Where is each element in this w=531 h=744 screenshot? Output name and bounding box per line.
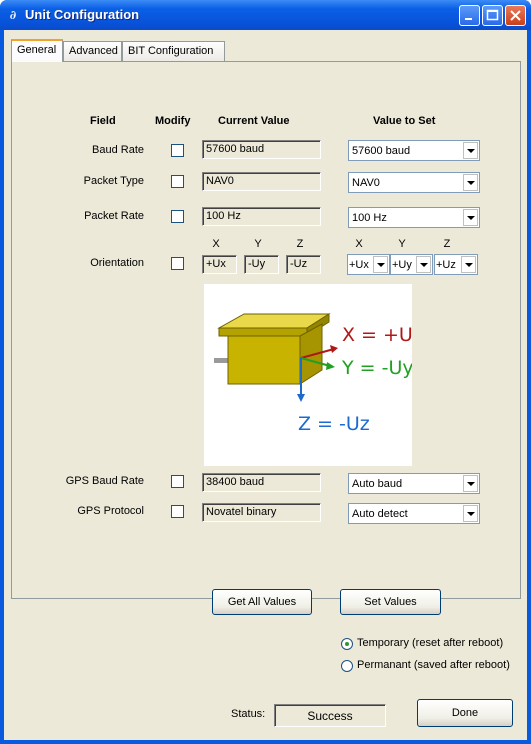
chevron-down-icon[interactable] bbox=[463, 475, 478, 492]
orientation-diagram: X = +Ux Y = -Uy Z = -Uz bbox=[204, 284, 424, 466]
chevron-down-icon[interactable] bbox=[416, 256, 431, 273]
maximize-button[interactable] bbox=[482, 5, 503, 26]
gps-protocol-select[interactable]: Auto detect bbox=[348, 503, 480, 524]
packet-type-select[interactable]: NAV0 bbox=[348, 172, 480, 193]
chevron-down-icon[interactable] bbox=[461, 256, 476, 273]
packet-type-label: Packet Type bbox=[83, 175, 144, 187]
tab-advanced[interactable]: Advanced bbox=[63, 41, 122, 61]
y-axis-arrow bbox=[326, 362, 335, 370]
baud-rate-label: Baud Rate bbox=[92, 144, 144, 156]
permanent-radio[interactable] bbox=[341, 660, 353, 672]
close-button[interactable] bbox=[505, 5, 526, 26]
orientation-set-x-value: +Ux bbox=[349, 259, 369, 271]
minimize-button[interactable] bbox=[459, 5, 480, 26]
orientation-set-y-value: +Uy bbox=[392, 259, 412, 271]
tab-general[interactable]: General bbox=[11, 39, 63, 62]
baud-rate-select[interactable]: 57600 baud bbox=[348, 140, 480, 161]
header-current-value: Current Value bbox=[218, 115, 290, 127]
chevron-down-icon[interactable] bbox=[463, 174, 478, 191]
gps-baud-rate-modify-checkbox[interactable] bbox=[171, 475, 184, 488]
orientation-current-x: +Ux bbox=[202, 255, 237, 274]
orientation-current-y: -Uy bbox=[244, 255, 279, 274]
unit-front bbox=[227, 335, 301, 385]
packet-rate-select[interactable]: 100 Hz bbox=[348, 207, 480, 228]
unit-lid-front bbox=[218, 327, 308, 337]
chevron-down-icon[interactable] bbox=[463, 142, 478, 159]
get-all-values-button[interactable]: Get All Values bbox=[212, 589, 312, 615]
set-axis-x: X bbox=[355, 238, 363, 250]
current-axis-x: X bbox=[212, 238, 220, 250]
unit-configuration-window: ∂ Unit Configuration General Advanced BI… bbox=[0, 0, 531, 744]
header-value-to-set: Value to Set bbox=[373, 115, 436, 127]
gps-protocol-modify-checkbox[interactable] bbox=[171, 505, 184, 518]
status-value: Success bbox=[274, 704, 386, 727]
orientation-current-z: -Uz bbox=[286, 255, 321, 274]
gps-baud-rate-select[interactable]: Auto baud bbox=[348, 473, 480, 494]
packet-rate-current: 100 Hz bbox=[202, 207, 321, 226]
z-axis-label: Z = -Uz bbox=[298, 413, 370, 435]
temporary-option-label[interactable]: Temporary (reset after reboot) bbox=[357, 637, 503, 649]
permanent-option-label[interactable]: Permanant (saved after reboot) bbox=[357, 659, 510, 671]
current-axis-z: Z bbox=[296, 238, 304, 250]
header-field: Field bbox=[90, 115, 116, 127]
baud-rate-current: 57600 baud bbox=[202, 140, 321, 159]
packet-type-modify-checkbox[interactable] bbox=[171, 175, 184, 188]
packet-rate-modify-checkbox[interactable] bbox=[171, 210, 184, 223]
baud-rate-select-value: 57600 baud bbox=[352, 145, 411, 157]
packet-rate-select-value: 100 Hz bbox=[352, 212, 387, 224]
z-axis-arrow bbox=[297, 394, 305, 402]
gps-baud-rate-select-value: Auto baud bbox=[352, 478, 403, 490]
set-values-button[interactable]: Set Values bbox=[340, 589, 441, 615]
x-axis-arrow bbox=[330, 345, 338, 353]
packet-type-select-value: NAV0 bbox=[352, 177, 380, 189]
window-title: Unit Configuration bbox=[25, 7, 140, 22]
header-modify: Modify bbox=[155, 115, 191, 127]
tab-bit-configuration[interactable]: BIT Configuration bbox=[122, 41, 225, 61]
orientation-set-z[interactable]: +Uz bbox=[434, 254, 478, 275]
window-client: General Advanced BIT Configuration Field… bbox=[4, 30, 527, 740]
gps-protocol-current: Novatel binary bbox=[202, 503, 321, 522]
temporary-radio[interactable] bbox=[341, 638, 353, 650]
orientation-set-z-value: +Uz bbox=[436, 259, 456, 271]
general-panel: Field Modify Current Value Value to Set … bbox=[11, 61, 521, 599]
set-axis-y: Y bbox=[398, 238, 406, 250]
gps-protocol-select-value: Auto detect bbox=[352, 508, 408, 520]
chevron-down-icon[interactable] bbox=[463, 209, 478, 226]
gps-baud-rate-label: GPS Baud Rate bbox=[65, 475, 144, 487]
title-bar[interactable]: ∂ Unit Configuration bbox=[0, 0, 531, 30]
gps-baud-rate-current: 38400 baud bbox=[202, 473, 321, 492]
orientation-set-y[interactable]: +Uy bbox=[390, 254, 433, 275]
y-axis-label: Y = -Uy bbox=[341, 357, 412, 379]
orientation-set-x[interactable]: +Ux bbox=[347, 254, 390, 275]
done-button[interactable]: Done bbox=[417, 699, 513, 727]
orientation-label: Orientation bbox=[90, 257, 144, 269]
current-axis-y: Y bbox=[254, 238, 262, 250]
set-axis-z: Z bbox=[443, 238, 451, 250]
chevron-down-icon[interactable] bbox=[373, 256, 388, 273]
status-label: Status: bbox=[231, 708, 266, 720]
packet-type-current: NAV0 bbox=[202, 172, 321, 191]
baud-rate-modify-checkbox[interactable] bbox=[171, 144, 184, 157]
orientation-modify-checkbox[interactable] bbox=[171, 257, 184, 270]
app-icon: ∂ bbox=[9, 8, 17, 22]
gps-protocol-label: GPS Protocol bbox=[77, 505, 144, 517]
x-axis-label: X = +Ux bbox=[342, 324, 412, 346]
packet-rate-label: Packet Rate bbox=[84, 210, 144, 222]
chevron-down-icon[interactable] bbox=[463, 505, 478, 522]
